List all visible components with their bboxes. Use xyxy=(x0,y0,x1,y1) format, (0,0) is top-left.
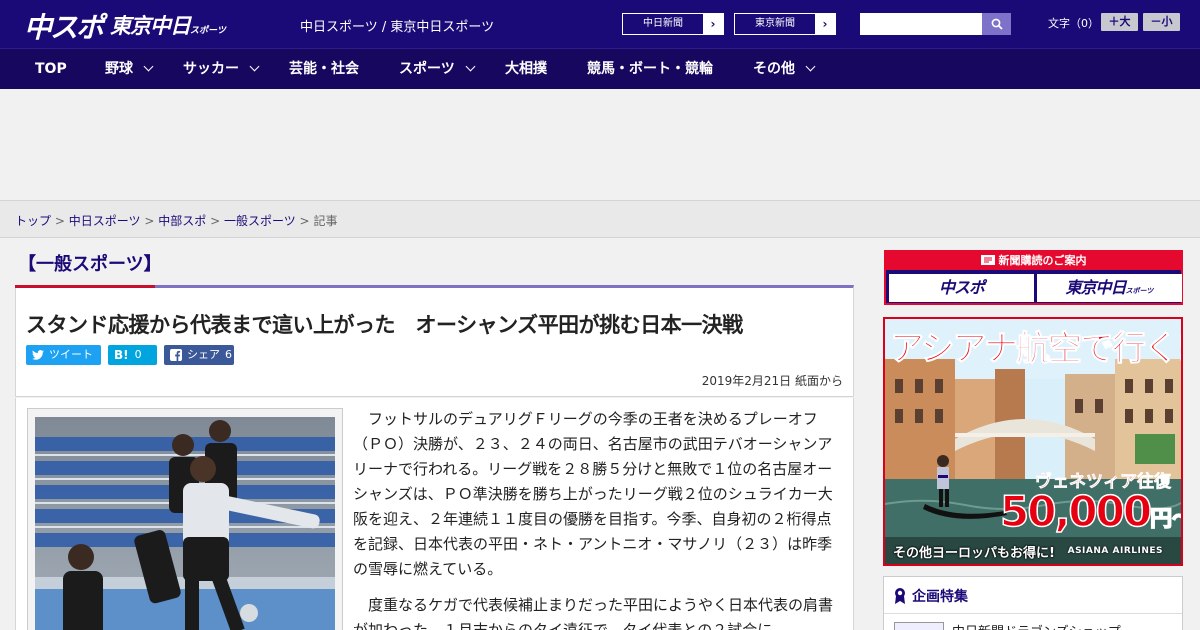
feature-heading: 企画特集 xyxy=(894,586,968,606)
search-button[interactable] xyxy=(982,13,1011,35)
nav-item-label: その他 xyxy=(753,61,795,77)
tokyo-shimbun-label: 東京新聞 xyxy=(755,18,795,29)
facebook-share-button[interactable]: シェア 6 xyxy=(164,345,234,365)
nav-item-label: 競馬・ボート・競輪 xyxy=(587,61,713,77)
nav-item-label: 芸能・社会 xyxy=(289,61,359,77)
chevron-down-icon xyxy=(805,61,816,72)
hatena-bookmark-button[interactable]: B! 0 xyxy=(108,345,157,365)
ad-price-value: 50,000 xyxy=(999,486,1153,537)
breadcrumb-bar: トップ > 中日スポーツ > 中部スポ > 一般スポーツ > 記事 xyxy=(0,200,1200,238)
subscribe-tokyo-chunichi-text: 東京中日 xyxy=(1065,278,1127,297)
font-smaller-button[interactable]: －小 xyxy=(1143,13,1180,31)
tweet-label: ツイート xyxy=(49,348,93,361)
nav-item-label: TOP xyxy=(35,61,67,77)
article-paragraph: フットサルのデュアリグＦリーグの今季の王者を決めるプレーオフ（ＰＯ）決勝が、２３… xyxy=(353,410,833,578)
chunichi-shimbun-label: 中日新聞 xyxy=(643,18,683,29)
nav-item-entertainment[interactable]: 芸能・社会 xyxy=(289,49,359,89)
ad-price: 50,000円～ xyxy=(999,486,1181,537)
nav-item-baseball[interactable]: 野球 xyxy=(105,49,154,89)
breadcrumb-general-sports[interactable]: 一般スポーツ xyxy=(224,214,296,228)
breadcrumb-chunichi-sports[interactable]: 中日スポーツ xyxy=(69,214,141,228)
ad-price-unit: 円～ xyxy=(1149,506,1181,533)
chevron-down-icon xyxy=(143,61,154,72)
nav-item-top[interactable]: TOP xyxy=(35,49,67,89)
nav-item-soccer[interactable]: サッカー xyxy=(183,49,260,89)
subscription-title-text: 新聞購読のご案内 xyxy=(998,254,1087,267)
tokyo-chunichi-logo-text: 東京中日 xyxy=(110,14,191,38)
nav-item-sports[interactable]: スポーツ xyxy=(399,49,476,89)
facebook-share-label: シェア xyxy=(187,348,220,361)
subscribe-chuspo-button[interactable]: 中スポ xyxy=(889,274,1034,302)
breadcrumb: トップ > 中日スポーツ > 中部スポ > 一般スポーツ > 記事 xyxy=(15,212,337,229)
feature-item-link[interactable]: 中日新聞ドラゴンズショップ xyxy=(952,621,1121,630)
breadcrumb-separator: > xyxy=(54,214,65,228)
chunichi-shimbun-link[interactable]: 中日新聞 › xyxy=(622,13,724,35)
tokyo-chunichi-logo[interactable]: 東京中日スポーツ xyxy=(110,10,226,40)
font-size-label: 文字（0） xyxy=(1048,17,1099,30)
article-photo-frame xyxy=(27,408,343,630)
ribbon-badge-icon xyxy=(895,588,905,604)
hatena-icon: B! xyxy=(114,348,129,362)
subscribe-tokyo-chunichi-small: スポーツ xyxy=(1125,287,1154,295)
chuspo-logo[interactable]: 中スポ xyxy=(24,6,104,46)
nav-item-other[interactable]: その他 xyxy=(753,49,816,89)
breadcrumb-current: 記事 xyxy=(313,214,338,228)
asiana-airlines-ad[interactable]: アシアナ航空で行く! ヴェネツィア往復 50,000円～ その他ヨーロッパもお得… xyxy=(883,317,1183,566)
category-title: 【一般スポーツ】 xyxy=(18,254,162,275)
breadcrumb-separator: > xyxy=(144,214,155,228)
subscribe-tokyo-chunichi-button[interactable]: 東京中日スポーツ xyxy=(1037,274,1182,302)
feature-thumbnail[interactable] xyxy=(894,622,944,630)
ad-banner-area xyxy=(0,89,1200,200)
nav-item-label: サッカー xyxy=(183,61,239,77)
feature-divider xyxy=(884,613,1182,614)
tokyo-shimbun-link[interactable]: 東京新聞 › xyxy=(734,13,836,35)
main-nav: TOP 野球 サッカー 芸能・社会 スポーツ 大相撲 競馬・ボート・競輪 その他 xyxy=(0,48,1200,89)
breadcrumb-chubu-spo[interactable]: 中部スポ xyxy=(158,214,206,228)
newspaper-icon xyxy=(980,255,995,265)
nav-item-label: スポーツ xyxy=(399,61,455,77)
feature-heading-text: 企画特集 xyxy=(912,589,968,605)
article-photo[interactable] xyxy=(35,417,335,630)
font-larger-button[interactable]: ＋大 xyxy=(1101,13,1138,31)
article-headline: スタンド応援から代表まで這い上がった オーシャンズ平田が挑む日本一決戦 xyxy=(26,313,743,337)
ad-headline: アシアナ航空で行く! xyxy=(889,329,1183,370)
facebook-icon xyxy=(170,349,182,361)
search-icon xyxy=(991,18,1003,30)
breadcrumb-separator: > xyxy=(299,214,310,228)
asiana-brand: ASIANA AIRLINES xyxy=(1067,546,1163,556)
facebook-share-count: 6 xyxy=(225,348,232,361)
nav-item-sumo[interactable]: 大相撲 xyxy=(505,49,547,89)
feature-box: 企画特集 中日新聞ドラゴンズショップ xyxy=(883,576,1183,630)
tokyo-chunichi-logo-small: スポーツ xyxy=(190,26,226,36)
twitter-icon xyxy=(32,350,44,360)
chevron-right-icon: › xyxy=(703,14,723,34)
subscription-box: 新聞購読のご案内 中スポ 東京中日スポーツ xyxy=(884,250,1183,305)
article-paragraph: 度重なるケガで代表候補止まりだった平田にようやく日本代表の肩書が加わった。１月末… xyxy=(353,596,834,630)
site-header: 中スポ 東京中日スポーツ 中日スポーツ / 東京中日スポーツ 中日新聞 › 東京… xyxy=(0,0,1200,48)
chevron-right-icon: › xyxy=(815,14,835,34)
breadcrumb-separator: > xyxy=(210,214,221,228)
breadcrumb-top[interactable]: トップ xyxy=(15,214,51,228)
chevron-down-icon xyxy=(249,61,260,72)
hatena-count: 0 xyxy=(134,348,142,361)
nav-item-label: 大相撲 xyxy=(505,61,547,77)
nav-item-label: 野球 xyxy=(105,61,133,77)
futsal-practice-photo xyxy=(35,417,335,630)
chevron-down-icon xyxy=(465,61,476,72)
tweet-button[interactable]: ツイート xyxy=(26,345,101,365)
article-header: スタンド応援から代表まで這い上がった オーシャンズ平田が挑む日本一決戦 ツイート… xyxy=(15,285,854,397)
publish-date: 2019年2月21日 紙面から xyxy=(701,374,843,388)
nav-item-racing[interactable]: 競馬・ボート・競輪 xyxy=(587,49,713,89)
article-body: フットサルのデュアリグＦリーグの今季の王者を決めるプレーオフ（ＰＯ）決勝が、２３… xyxy=(15,398,854,630)
subscription-title[interactable]: 新聞購読のご案内 xyxy=(886,252,1181,270)
site-title: 中日スポーツ / 東京中日スポーツ xyxy=(300,20,495,35)
ad-note: その他ヨーロッパもお得に! xyxy=(893,546,1055,561)
search-input[interactable] xyxy=(860,13,982,35)
